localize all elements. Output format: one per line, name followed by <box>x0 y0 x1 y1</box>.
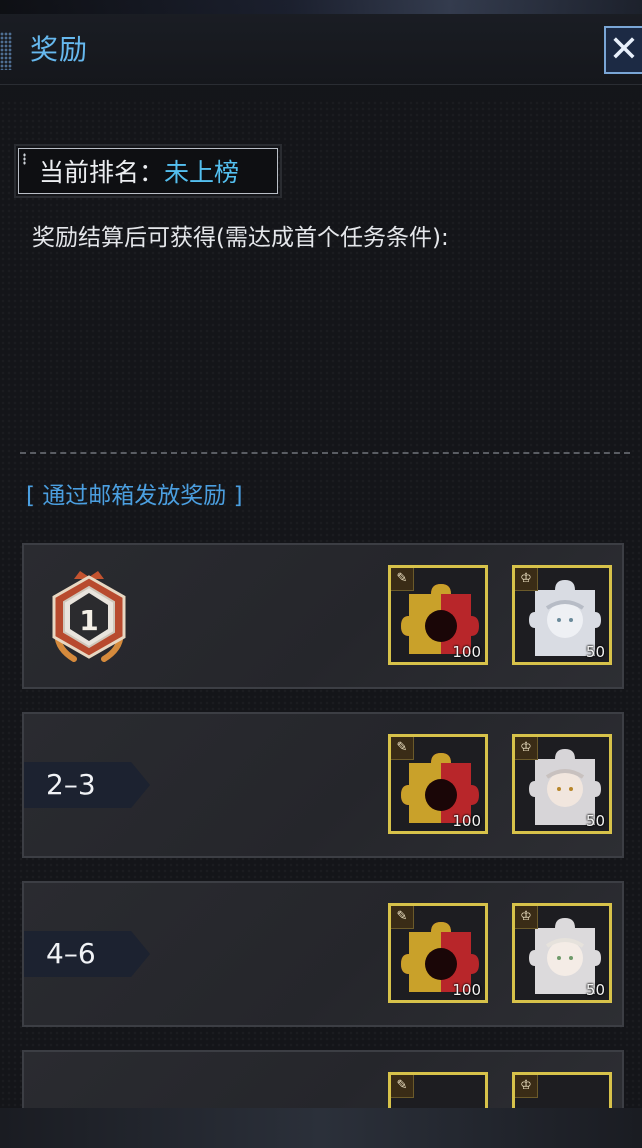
red-puzzle-item[interactable]: ✎ 100 <box>388 565 488 665</box>
reward-row-1: 1 ✎ 100 ♔ 50 <box>22 543 624 689</box>
bottom-decor-strip <box>0 1108 642 1148</box>
reward-info-text: 奖励结算后可获得(需达成首个任务条件): <box>32 225 449 251</box>
dashed-divider <box>20 452 630 454</box>
close-icon: ✕ <box>608 29 640 70</box>
reward-row-2: 2–3 ✎ 100 ♔ 50 <box>22 712 624 858</box>
rank-range-tag: 4–6 <box>24 931 150 977</box>
svg-text:1: 1 <box>79 604 98 637</box>
red-puzzle-item[interactable]: ✎ <box>388 1072 488 1110</box>
character-puzzle-item[interactable]: ♔ 50 <box>512 903 612 1003</box>
top-decor-strip <box>0 0 642 14</box>
reward-window: 奖励 ✕ 当前排名： 未上榜 奖励结算后可获得(需达成首个任务条件): [ 通过… <box>0 0 642 1148</box>
item-quantity: 50 <box>585 643 605 661</box>
red-puzzle-item[interactable]: ✎ 100 <box>388 734 488 834</box>
close-button[interactable]: ✕ <box>604 26 642 74</box>
item-quantity: 100 <box>452 643 481 661</box>
title-bar: 奖励 ✕ <box>0 0 642 85</box>
reward-row-3: 4–6 ✎ 100 ♔ 50 <box>22 881 624 1027</box>
item-type-icon: ♔ <box>515 1075 538 1098</box>
item-quantity: 100 <box>452 812 481 830</box>
rank-range-tag: 2–3 <box>24 762 150 808</box>
red-puzzle-item[interactable]: ✎ 100 <box>388 903 488 1003</box>
item-quantity: 100 <box>452 981 481 999</box>
item-type-icon: ♔ <box>515 568 538 591</box>
rank-1-medal-number: 1 <box>79 604 98 637</box>
item-type-icon: ✎ <box>391 568 414 591</box>
character-puzzle-item[interactable]: ♔ <box>512 1072 612 1110</box>
item-quantity: 50 <box>585 981 605 999</box>
window-title: 奖励 <box>30 33 89 66</box>
mail-delivery-note: [ 通过邮箱发放奖励 ] <box>26 483 243 509</box>
current-rank-value: 未上榜 <box>164 158 240 187</box>
item-type-icon: ♔ <box>515 906 538 929</box>
character-puzzle-item[interactable]: ♔ 50 <box>512 734 612 834</box>
grip-icon <box>0 32 12 70</box>
dots-icon <box>23 153 26 165</box>
reward-row-4: ✎ ♔ <box>22 1050 624 1110</box>
character-puzzle-item[interactable]: ♔ 50 <box>512 565 612 665</box>
item-type-icon: ✎ <box>391 906 414 929</box>
item-type-icon: ♔ <box>515 737 538 760</box>
item-type-icon: ✎ <box>391 1075 414 1098</box>
item-quantity: 50 <box>585 812 605 830</box>
current-rank-box: 当前排名： 未上榜 <box>14 144 282 198</box>
item-type-icon: ✎ <box>391 737 414 760</box>
current-rank-label: 当前排名： <box>39 158 165 187</box>
